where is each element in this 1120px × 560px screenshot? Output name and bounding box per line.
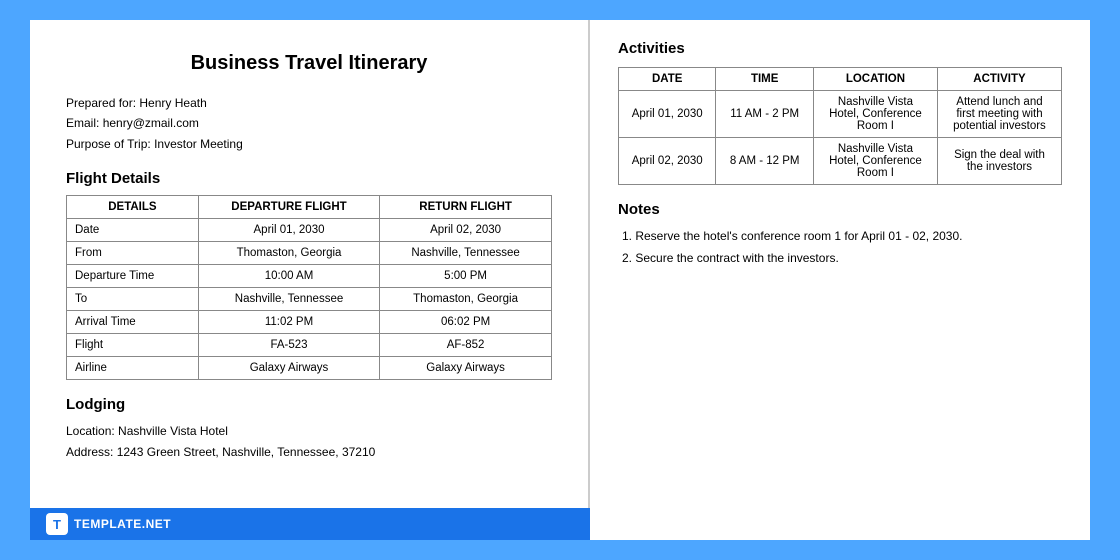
table-cell: 11:02 PM: [198, 311, 379, 334]
lodging-address-value: 1243 Green Street, Nashville, Tennessee,…: [117, 445, 376, 459]
activities-table: DATE TIME LOCATION ACTIVITY April 01, 20…: [618, 67, 1062, 185]
table-cell: April 01, 2030: [619, 91, 716, 138]
flight-details-title: Flight Details: [66, 170, 552, 187]
table-cell: Thomaston, Georgia: [380, 288, 552, 311]
lodging-info: Location: Nashville Vista Hotel Address:…: [66, 421, 552, 462]
table-row: April 01, 203011 AM - 2 PMNashville Vist…: [619, 91, 1062, 138]
footer-brand: TEMPLATE.NET: [74, 517, 171, 531]
table-cell: Departure Time: [67, 265, 199, 288]
table-row: April 02, 20308 AM - 12 PMNashville Vist…: [619, 138, 1062, 185]
table-cell: Thomaston, Georgia: [198, 242, 379, 265]
lodging-section: Lodging Location: Nashville Vista Hotel …: [66, 396, 552, 462]
act-col-date: DATE: [619, 68, 716, 91]
act-col-location: LOCATION: [813, 68, 937, 91]
table-cell: 06:02 PM: [380, 311, 552, 334]
table-cell: Arrival Time: [67, 311, 199, 334]
flight-col-details: DETAILS: [67, 196, 199, 219]
list-item: 1. Reserve the hotel's conference room 1…: [622, 226, 1062, 248]
purpose-line: Purpose of Trip: Investor Meeting: [66, 134, 552, 154]
table-row: ToNashville, TennesseeThomaston, Georgia: [67, 288, 552, 311]
table-row: AirlineGalaxy AirwaysGalaxy Airways: [67, 357, 552, 380]
table-cell: From: [67, 242, 199, 265]
table-cell: Attend lunch and first meeting with pote…: [937, 91, 1061, 138]
activities-table-body: April 01, 203011 AM - 2 PMNashville Vist…: [619, 91, 1062, 185]
table-cell: AF-852: [380, 334, 552, 357]
notes-title: Notes: [618, 201, 1062, 218]
table-cell: 5:00 PM: [380, 265, 552, 288]
document-title: Business Travel Itinerary: [66, 52, 552, 75]
lodging-location-label: Location:: [66, 424, 115, 438]
prepared-for-value: Henry Heath: [139, 96, 206, 110]
table-cell: Galaxy Airways: [380, 357, 552, 380]
lodging-address-line: Address: 1243 Green Street, Nashville, T…: [66, 442, 552, 462]
flight-col-return: RETURN FLIGHT: [380, 196, 552, 219]
right-panel: Activities DATE TIME LOCATION ACTIVITY A…: [590, 20, 1090, 540]
activities-title: Activities: [618, 40, 1062, 57]
table-row: Departure Time10:00 AM5:00 PM: [67, 265, 552, 288]
purpose-label: Purpose of Trip:: [66, 137, 151, 151]
table-cell: April 02, 2030: [619, 138, 716, 185]
prepared-for-label: Prepared for:: [66, 96, 136, 110]
activities-header-row: DATE TIME LOCATION ACTIVITY: [619, 68, 1062, 91]
table-cell: Nashville Vista Hotel, Conference Room I: [813, 138, 937, 185]
act-col-activity: ACTIVITY: [937, 68, 1061, 91]
table-cell: Galaxy Airways: [198, 357, 379, 380]
table-cell: Date: [67, 219, 199, 242]
table-cell: April 02, 2030: [380, 219, 552, 242]
table-cell: FA-523: [198, 334, 379, 357]
footer-logo: T: [46, 513, 68, 535]
table-cell: Sign the deal with the investors: [937, 138, 1061, 185]
document: Business Travel Itinerary Prepared for: …: [30, 20, 1090, 540]
lodging-location-line: Location: Nashville Vista Hotel: [66, 421, 552, 441]
email-value: henry@zmail.com: [103, 116, 199, 130]
table-cell: April 01, 2030: [198, 219, 379, 242]
table-cell: Nashville, Tennessee: [380, 242, 552, 265]
flight-table-header-row: DETAILS DEPARTURE FLIGHT RETURN FLIGHT: [67, 196, 552, 219]
table-row: FromThomaston, GeorgiaNashville, Tenness…: [67, 242, 552, 265]
flight-table: DETAILS DEPARTURE FLIGHT RETURN FLIGHT D…: [66, 195, 552, 380]
table-cell: Flight: [67, 334, 199, 357]
table-cell: Nashville, Tennessee: [198, 288, 379, 311]
act-col-time: TIME: [716, 68, 813, 91]
footer-bar: T TEMPLATE.NET: [30, 508, 590, 540]
email-label: Email:: [66, 116, 99, 130]
lodging-address-label: Address:: [66, 445, 113, 459]
table-row: Arrival Time11:02 PM06:02 PM: [67, 311, 552, 334]
flight-col-departure: DEPARTURE FLIGHT: [198, 196, 379, 219]
table-cell: 10:00 AM: [198, 265, 379, 288]
lodging-location-value: Nashville Vista Hotel: [118, 424, 228, 438]
prepared-for-line: Prepared for: Henry Heath: [66, 93, 552, 113]
info-block: Prepared for: Henry Heath Email: henry@z…: [66, 93, 552, 154]
table-cell: Airline: [67, 357, 199, 380]
table-cell: 8 AM - 12 PM: [716, 138, 813, 185]
lodging-title: Lodging: [66, 396, 552, 413]
flight-table-body: DateApril 01, 2030April 02, 2030FromThom…: [67, 219, 552, 380]
table-cell: To: [67, 288, 199, 311]
notes-list: 1. Reserve the hotel's conference room 1…: [618, 226, 1062, 269]
table-row: FlightFA-523AF-852: [67, 334, 552, 357]
table-cell: 11 AM - 2 PM: [716, 91, 813, 138]
table-row: DateApril 01, 2030April 02, 2030: [67, 219, 552, 242]
left-panel: Business Travel Itinerary Prepared for: …: [30, 20, 590, 540]
list-item: 2. Secure the contract with the investor…: [622, 248, 1062, 270]
purpose-value: Investor Meeting: [154, 137, 243, 151]
table-cell: Nashville Vista Hotel, Conference Room I: [813, 91, 937, 138]
email-line: Email: henry@zmail.com: [66, 113, 552, 133]
